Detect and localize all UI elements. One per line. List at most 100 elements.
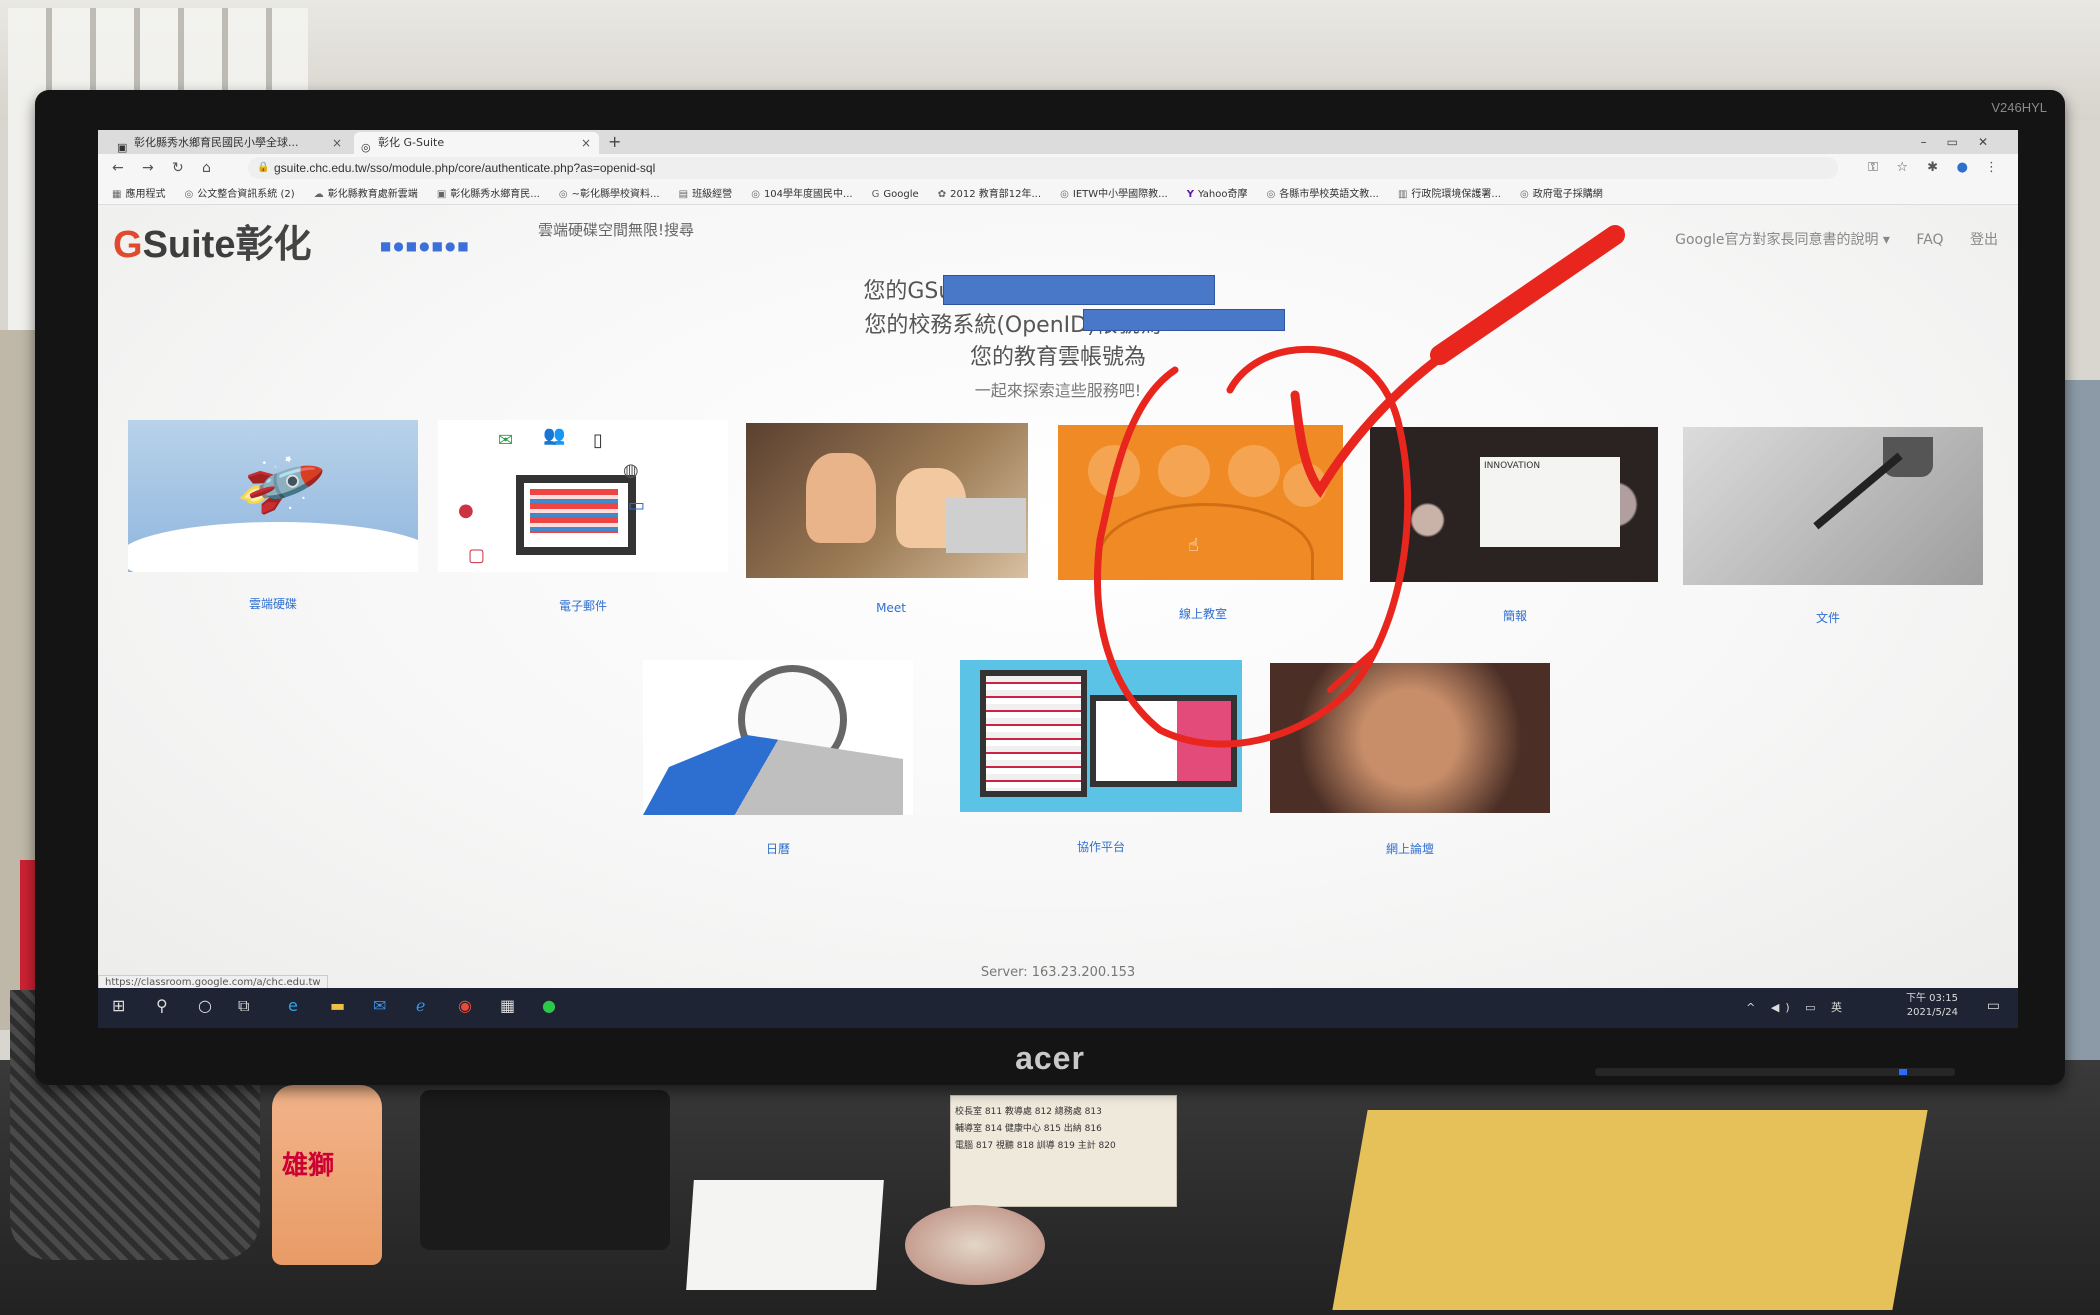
bookmark-item[interactable]: ◎ 政府電子採購網 [1520, 184, 1603, 204]
parent-consent-link[interactable]: Google官方對家長同意書的說明 ▾ [1675, 232, 1890, 248]
redacted-gsuite-account [943, 275, 1215, 305]
bookmarks-bar: ▦ 應用程式 ◎ 公文整合資訊系統 (2) ☁ 彰化縣教育處新雲端 ▣ 彰化縣秀水鄉育民… [98, 182, 2018, 205]
app-icons-strip-icon: ■●■●■●■ [380, 239, 471, 253]
people-silhouette [643, 735, 903, 815]
tile-label: 簡報 [1502, 609, 1527, 623]
windows-start-icon[interactable]: ⊞ [112, 996, 125, 1015]
bookmark-item[interactable]: ◎ 各縣市學校英語文教... [1267, 184, 1379, 204]
openid-account-line: 您的校務系統(OpenID)帳號為 [864, 313, 1162, 338]
bookmark-item[interactable]: ◎ IETW中小學國際教... [1060, 184, 1168, 204]
tile-label: 日曆 [765, 842, 790, 856]
home-icon[interactable]: ⌂ [202, 157, 211, 179]
notification-icon[interactable]: ▭ [1987, 998, 2000, 1014]
maximize-icon[interactable]: ▭ [1947, 135, 1978, 149]
star-icon[interactable]: ☆ [1896, 157, 1908, 179]
tab-school[interactable]: ▣ 彰化縣秀水鄉育民國民小學全球... × [110, 132, 350, 154]
tab-gsuite[interactable]: ◎ 彰化 G-Suite × [354, 132, 599, 154]
calendar-clock-image [643, 660, 913, 815]
gsuite-logo[interactable]: GSuite彰化 [113, 213, 311, 268]
close-window-icon[interactable]: ✕ [1978, 135, 2008, 149]
innovation-sheet: INNOVATION [1480, 457, 1620, 547]
bookmark-item[interactable]: Y Yahoo奇摩 [1187, 184, 1248, 204]
window-controls[interactable]: –▭✕ [1921, 130, 2008, 154]
google-icon: G [871, 189, 880, 200]
faq-link[interactable]: FAQ [1916, 232, 1943, 248]
cortana-icon[interactable]: ○ [198, 996, 212, 1015]
ime-indicator[interactable]: 英 [1831, 1001, 1848, 1014]
tile-label: 線上教室 [1178, 607, 1227, 621]
internet-explorer-icon[interactable]: ℯ [416, 996, 425, 1015]
meet-kids-image [746, 423, 1028, 578]
clock[interactable]: 下午 03:15 2021/5/24 [1906, 992, 1958, 1020]
bookmark-item[interactable]: ▥ 行政院環境保護署... [1397, 184, 1501, 204]
groups-hands-image [1270, 663, 1550, 813]
marquee-banner: 雲端硬碟空間無限!搜尋 [538, 221, 695, 239]
top-links: Google官方對家長同意書的說明 ▾ FAQ 登出 [1653, 229, 1998, 249]
tile-label: 電子郵件 [558, 599, 607, 613]
key-icon[interactable]: ⚿ [1868, 157, 1878, 179]
mail-icon[interactable]: ✉ [373, 996, 386, 1015]
bookmark-item[interactable]: ✿ 2012 教育部12年... [937, 184, 1041, 204]
task-view-icon[interactable]: ⧉ [238, 996, 249, 1016]
desk-arc-shape [1098, 503, 1314, 580]
monitor-icon [516, 475, 636, 555]
bookmark-item[interactable]: G Google [871, 184, 919, 204]
innovation-text: INNOVATION [1484, 461, 1541, 471]
bookmark-item[interactable]: ▤ 班級經營 [678, 184, 732, 204]
tab-label: 彰化縣秀水鄉育民國民小學全球... [134, 136, 299, 149]
globe-icon: ◎ [751, 189, 760, 200]
bookmark-apps[interactable]: ▦ 應用程式 [112, 184, 165, 204]
imac-monitor-icon [1090, 695, 1237, 787]
edge-icon[interactable]: e [288, 996, 298, 1015]
dark-box [420, 1090, 670, 1250]
windows-taskbar: ⊞ ⚲ ○ ⧉ e ▬ ✉ ℯ ◉ ▦ ● ^ ◀) ▭ 英 下午 03:15 … [98, 988, 2018, 1028]
gov-icon: ▥ [1397, 189, 1408, 200]
bookmark-item[interactable]: ☁ 彰化縣教育處新雲端 [314, 184, 418, 204]
close-tab-icon[interactable]: × [581, 132, 591, 154]
drive-rocket-image: 🚀 [128, 420, 418, 572]
url-field[interactable]: 🔒 gsuite.chc.edu.tw/sso/module.php/core/… [248, 157, 1838, 179]
bookmark-item[interactable]: ◎ 公文整合資訊系統 (2) [185, 184, 295, 204]
pen-shape [1813, 452, 1903, 530]
tab-bar: ▣ 彰化縣秀水鄉育民國民小學全球... × ◎ 彰化 G-Suite × + –… [98, 130, 2018, 154]
face-shape [1228, 445, 1280, 497]
chrome-icon[interactable]: ◉ [458, 996, 472, 1015]
globe-icon: ◎ [1060, 189, 1069, 200]
system-tray-icons[interactable]: ^ ◀) ▭ 英 [1746, 999, 1848, 1015]
bookmark-item[interactable]: ◎ ~彰化縣學校資料... [558, 184, 660, 204]
lock-icon: 🔒 [257, 162, 270, 173]
edu-icon: ✿ [937, 189, 947, 200]
monitor: V246HYL acer ▣ 彰化縣秀水鄉育民國民小學全球... × ◎ 彰化 … [35, 90, 2065, 1085]
close-tab-icon[interactable]: × [332, 132, 342, 154]
globe-icon: ◎ [1520, 189, 1529, 200]
calculator-icon[interactable]: ▦ [500, 996, 515, 1015]
back-arrow-icon[interactable]: ← [112, 157, 124, 179]
phone-icon: ▯ [593, 430, 603, 451]
laptop-shape [946, 498, 1026, 553]
tissue [686, 1180, 884, 1290]
bookmark-item[interactable]: ◎ 104學年度國民中... [751, 184, 852, 204]
profile-avatar-icon[interactable]: ● [1957, 157, 1968, 179]
new-tab-button[interactable]: + [608, 130, 621, 154]
rocket-icon: 🚀 [231, 438, 329, 534]
minimize-icon[interactable]: – [1921, 135, 1947, 149]
file-explorer-icon[interactable]: ▬ [330, 996, 345, 1015]
logout-link[interactable]: 登出 [1970, 232, 1998, 248]
monitor-model: V246HYL [1991, 100, 2047, 115]
forward-arrow-icon[interactable]: → [142, 157, 154, 179]
person-icon: ● [458, 500, 474, 521]
screen-icon: ▭ [628, 495, 646, 516]
bookmark-item[interactable]: ▣ 彰化縣秀水鄉育民... [437, 184, 540, 204]
server-address: Server: 163.23.200.153 [980, 965, 1136, 980]
search-icon[interactable]: ⚲ [156, 996, 168, 1015]
clock-date: 2021/5/24 [1906, 1007, 1958, 1018]
users-icon: 👥 [543, 425, 566, 446]
sites-monitors-image [960, 660, 1242, 812]
folder-icon: ▤ [678, 189, 689, 200]
line-icon[interactable]: ● [542, 996, 556, 1015]
cursor-hand-icon: ☝ [1188, 535, 1199, 556]
globe-icon: ◎ [558, 189, 568, 200]
extensions-icon[interactable]: ✱ [1927, 157, 1938, 179]
reload-icon[interactable]: ↻ [172, 157, 184, 179]
menu-dots-icon[interactable]: ⋮ [1985, 157, 1998, 179]
